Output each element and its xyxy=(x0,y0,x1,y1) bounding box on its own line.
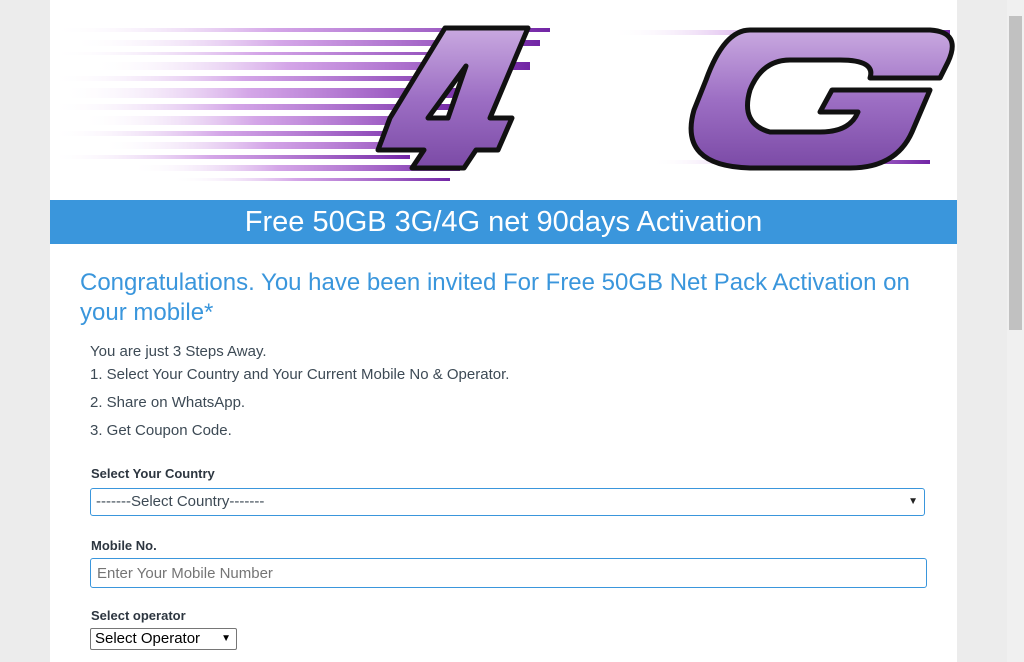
scrollbar-thumb[interactable] xyxy=(1009,16,1022,330)
country-select-value: -------Select Country------- xyxy=(96,493,265,510)
logo-4-glyph xyxy=(375,25,531,171)
step-item: 1. Select Your Country and Your Current … xyxy=(90,366,510,383)
operator-select-value: Select Operator xyxy=(95,630,201,647)
step-item: 2. Share on WhatsApp. xyxy=(90,394,246,411)
operator-select[interactable]: Select Operator ▼ xyxy=(90,628,237,650)
mobile-input[interactable] xyxy=(91,559,926,587)
headline: Congratulations. You have been invited F… xyxy=(80,269,910,326)
operator-label: Select operator xyxy=(91,608,186,623)
logo-g-glyph xyxy=(688,27,955,171)
chevron-down-icon: ▼ xyxy=(221,633,231,644)
page-content: Free 50GB 3G/4G net 90days Activation Co… xyxy=(50,0,957,662)
country-label: Select Your Country xyxy=(91,466,215,481)
vertical-scrollbar[interactable] xyxy=(1007,0,1024,662)
banner-4g-image xyxy=(50,0,957,200)
step-item: 3. Get Coupon Code. xyxy=(90,422,232,439)
steps-intro: You are just 3 Steps Away. xyxy=(90,343,267,360)
steps-list: You are just 3 Steps Away. 1. Select You… xyxy=(90,342,509,444)
mobile-field-wrapper xyxy=(90,558,927,588)
title-bar: Free 50GB 3G/4G net 90days Activation xyxy=(50,200,957,244)
banner-graphic xyxy=(50,25,955,181)
chevron-down-icon: ▼ xyxy=(908,496,918,507)
mobile-label: Mobile No. xyxy=(91,538,157,553)
country-select[interactable]: -------Select Country------- ▼ xyxy=(90,488,925,516)
